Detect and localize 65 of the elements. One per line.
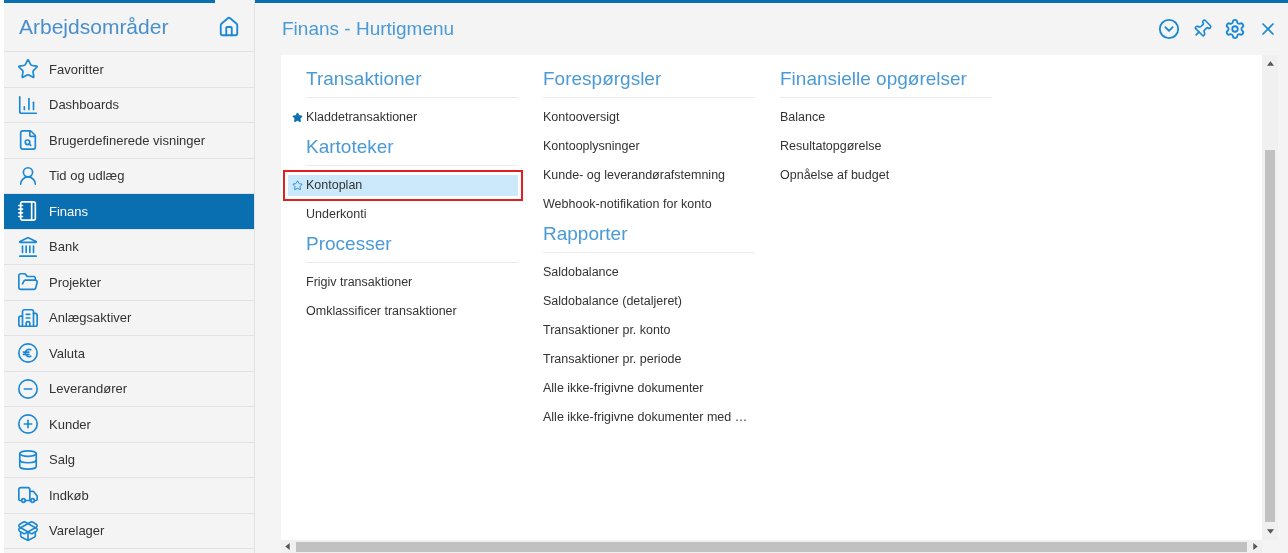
- database-icon: [17, 448, 39, 471]
- sidebar-item-label: Leverandører: [49, 380, 128, 398]
- menu-link[interactable]: Kontooplysninger: [525, 136, 755, 157]
- menu-link[interactable]: Alle ikke-frigivne dokumenter: [525, 378, 755, 399]
- plus-circle-icon: [17, 413, 39, 436]
- settings-icon[interactable]: [1224, 18, 1246, 40]
- star-icon[interactable]: [291, 180, 303, 191]
- building-icon: [17, 306, 39, 329]
- menu-link[interactable]: Opnåelse af budget: [762, 165, 992, 186]
- scroll-down-icon[interactable]: [1266, 529, 1274, 534]
- sidebar-item-label: Indkøb: [49, 486, 89, 505]
- bank-building-icon: [17, 235, 39, 258]
- menu-link[interactable]: Omklassificer transaktioner: [288, 301, 518, 322]
- sidebar-item-label: Valuta: [49, 344, 85, 363]
- home-icon[interactable]: [218, 16, 240, 38]
- menu-link[interactable]: Frigiv transaktioner: [288, 272, 518, 293]
- menu-link[interactable]: Alle ikke-frigivne dokumenter med …: [525, 407, 755, 428]
- menu-link[interactable]: Webhook-notifikation for konto: [525, 194, 755, 215]
- vertical-scrollbar[interactable]: [1262, 55, 1278, 540]
- horizontal-scrollbar[interactable]: [281, 540, 1262, 553]
- section-heading: Finansielle opgørelser: [780, 67, 967, 91]
- sidebar-item-label: Anlægsaktiver: [49, 309, 132, 327]
- sidebar-title: Arbejdsområder: [19, 14, 169, 41]
- sidebar-item-label: Favoritter: [49, 60, 104, 79]
- scroll-up-icon[interactable]: [1266, 61, 1274, 66]
- menu-link[interactable]: Resultatopgørelse: [762, 136, 992, 157]
- menu-link[interactable]: Balance: [762, 107, 992, 128]
- minus-circle-icon: [17, 377, 39, 400]
- package-icon: [17, 519, 39, 542]
- menu-link[interactable]: Saldobalance (detaljeret): [525, 291, 755, 312]
- sidebar-item-label: Projekter: [49, 273, 102, 292]
- person-icon: [17, 164, 39, 187]
- scroll-right-icon[interactable]: [1253, 543, 1258, 550]
- menu-link[interactable]: Underkonti: [288, 204, 518, 225]
- menu-link[interactable]: Kunde- og leverandørafstemning: [525, 165, 755, 186]
- menu-link[interactable]: Kontooversigt: [525, 107, 755, 128]
- section-heading: Transaktioner: [306, 67, 422, 91]
- section-heading: Forespørgsler: [543, 67, 662, 91]
- menu-link[interactable]: Kladdetransaktioner: [288, 107, 518, 128]
- menu-link[interactable]: Transaktioner pr. periode: [525, 349, 755, 370]
- sidebar-item-label: Varelager: [49, 522, 105, 540]
- sidebar-item-label: Kunder: [49, 415, 91, 434]
- scroll-left-icon[interactable]: [285, 543, 290, 550]
- page-title: Finans - Hurtigmenu: [282, 16, 455, 41]
- menu-link[interactable]: Saldobalance: [525, 262, 755, 283]
- sidebar-item-label: Brugerdefinerede visninger: [49, 131, 206, 150]
- scrollbar-thumb[interactable]: [1265, 150, 1275, 522]
- notebook-icon: [17, 200, 39, 223]
- euro-icon: [17, 342, 39, 365]
- document-search-icon: [17, 129, 39, 152]
- section-heading: Rapporter: [543, 222, 628, 246]
- sidebar-item-label: Dashboards: [49, 96, 120, 114]
- sidebar-item-label: Tid og udlæg: [49, 167, 125, 185]
- star-icon[interactable]: [291, 112, 303, 123]
- section-heading: Processer: [306, 232, 392, 256]
- star-icon: [17, 58, 39, 81]
- section-heading: Kartoteker: [306, 135, 394, 159]
- dropdown-icon[interactable]: [1158, 18, 1180, 40]
- sidebar-item[interactable]: Finans: [4, 194, 254, 230]
- sidebar-item-label: Finans: [49, 202, 89, 221]
- bar-chart-icon: [17, 93, 39, 116]
- sidebar-item-label: Bank: [49, 238, 79, 256]
- scrollbar-thumb[interactable]: [296, 541, 1247, 552]
- menu-link[interactable]: Transaktioner pr. konto: [525, 320, 755, 341]
- sidebar-item-label: Salg: [49, 451, 76, 469]
